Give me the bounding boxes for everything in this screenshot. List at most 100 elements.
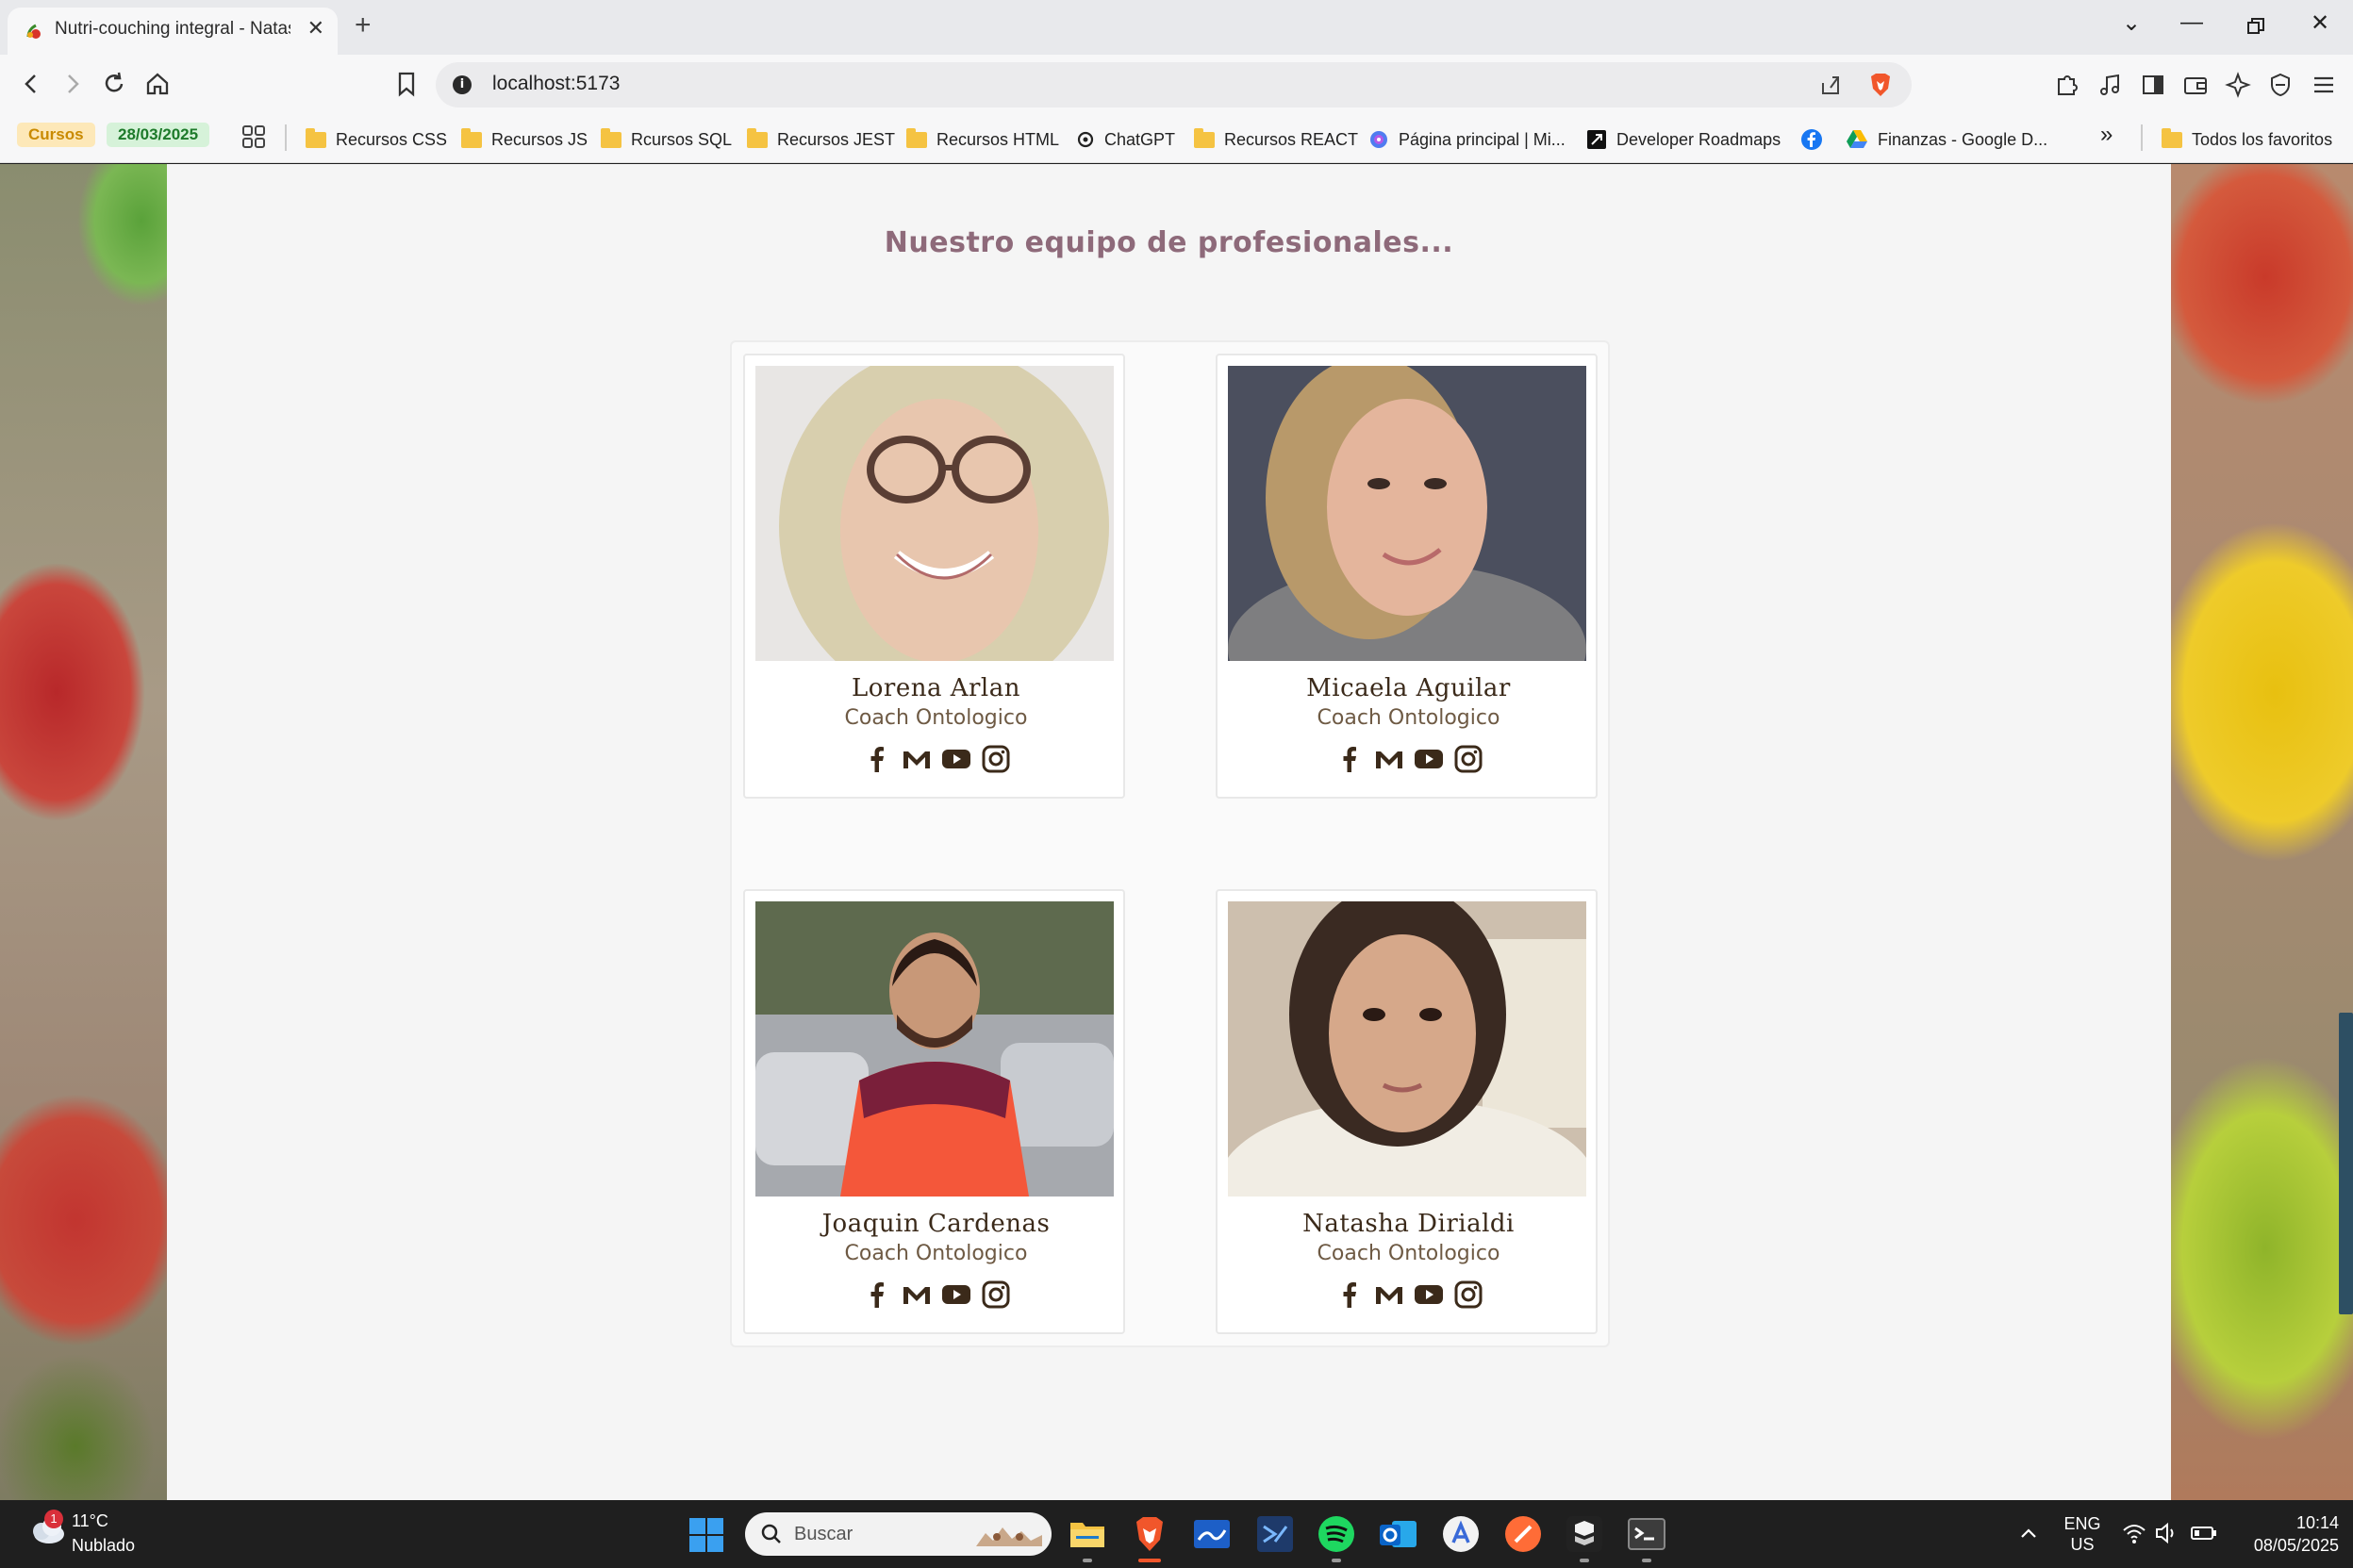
wifi-icon[interactable]	[2122, 1521, 2146, 1545]
postman-icon[interactable]	[1502, 1513, 1544, 1555]
page-scrollbar[interactable]	[2339, 1013, 2353, 1314]
extensions-icon[interactable]	[2051, 70, 2081, 100]
bookmark-developer-roadmaps[interactable]: Developer Roadmaps	[1586, 125, 1781, 154]
new-tab-button[interactable]: +	[355, 9, 372, 41]
url-text[interactable]: localhost:5173	[492, 73, 620, 95]
youtube-icon[interactable]	[941, 1279, 971, 1310]
youtube-icon[interactable]	[941, 744, 971, 774]
youtube-icon[interactable]	[1414, 1279, 1444, 1310]
site-info-icon[interactable]: i	[453, 75, 472, 94]
tab-strip: Nutri-couching integral - Natasha ✕ + ⌄ …	[0, 0, 2353, 55]
folder-icon	[906, 127, 927, 148]
bookmark-chip-cursos[interactable]: Cursos	[17, 123, 95, 147]
gmail-icon[interactable]	[902, 744, 932, 774]
volume-icon[interactable]	[2154, 1521, 2179, 1545]
bookmark-icon[interactable]	[390, 68, 423, 100]
windows-terminal-icon[interactable]	[1626, 1513, 1667, 1555]
terminal-app-icon[interactable]	[1564, 1513, 1605, 1555]
micaela-photo	[1228, 366, 1586, 661]
language-indicator[interactable]: ENG US	[2063, 1513, 2101, 1555]
youtube-icon[interactable]	[1414, 744, 1444, 774]
bookmark-label: Recursos CSS	[336, 129, 448, 149]
instagram-icon[interactable]	[981, 1279, 1011, 1310]
system-clock[interactable]: 10:14 08/05/2025	[2235, 1511, 2339, 1557]
spotify-icon[interactable]	[1316, 1513, 1357, 1555]
address-bar[interactable]: i localhost:5173	[436, 62, 1912, 107]
close-window-icon[interactable]: ✕	[2311, 9, 2329, 37]
outlook-icon[interactable]	[1377, 1513, 1418, 1555]
weather-temperature[interactable]: 11°C	[72, 1511, 108, 1531]
brave-shields-icon[interactable]	[1868, 72, 1893, 98]
instagram-icon[interactable]	[1453, 1279, 1483, 1310]
gmail-icon[interactable]	[902, 1279, 932, 1310]
vpn-shield-icon[interactable]	[2265, 70, 2295, 100]
bookmark-rcursos-sql[interactable]: Rcursos SQL	[601, 125, 732, 154]
language-code: ENG	[2063, 1514, 2101, 1533]
bookmark-label: Página principal | Mi...	[1399, 129, 1566, 149]
page-content: Nuestro equipo de profesionales... Loren…	[167, 164, 2171, 1500]
chevron-up-icon[interactable]	[2018, 1523, 2039, 1543]
bookmark-recursos-jest[interactable]: Recursos JEST	[747, 125, 895, 154]
facebook-icon[interactable]	[862, 744, 892, 774]
member-role: Coach Ontologico	[1317, 706, 1500, 730]
app-store-icon[interactable]	[1440, 1513, 1482, 1555]
clock-time: 10:14	[2295, 1513, 2339, 1532]
restore-icon[interactable]	[2246, 17, 2265, 36]
bookmark-recursos-react[interactable]: Recursos REACT	[1194, 125, 1358, 154]
app-running-indicator	[1083, 1559, 1092, 1562]
battery-icon[interactable]	[2190, 1521, 2218, 1545]
lorena-photo	[755, 366, 1114, 661]
windows-taskbar: 1 11°C Nublado Buscar ENG US 10:14 08/05…	[0, 1500, 2353, 1568]
bookmark-recursos-js[interactable]: Recursos JS	[461, 125, 588, 154]
folder-icon	[306, 127, 326, 148]
bookmark-recursos-html[interactable]: Recursos HTML	[906, 125, 1059, 154]
sidebar-icon[interactable]	[2138, 70, 2168, 100]
taskbar-search-box[interactable]: Buscar	[745, 1512, 1052, 1556]
brave-browser-icon[interactable]	[1129, 1513, 1170, 1555]
member-role: Coach Ontologico	[1317, 1242, 1500, 1265]
facebook-icon[interactable]	[1334, 744, 1365, 774]
forward-icon[interactable]	[57, 68, 89, 100]
instagram-icon[interactable]	[981, 744, 1011, 774]
bookmark-chatgpt[interactable]: ChatGPT	[1076, 125, 1175, 154]
whiteboard-app-icon[interactable]	[1191, 1513, 1233, 1555]
code-editor-icon[interactable]	[1254, 1513, 1296, 1555]
browser-tab-active[interactable]: Nutri-couching integral - Natasha ✕	[8, 8, 338, 55]
share-icon[interactable]	[1817, 72, 1844, 98]
gmail-icon[interactable]	[1374, 1279, 1404, 1310]
facebook-icon[interactable]	[1334, 1279, 1365, 1310]
roadmap-icon	[1587, 130, 1606, 149]
joaquin-photo	[755, 901, 1114, 1197]
tab-close-icon[interactable]: ✕	[307, 17, 324, 41]
bookmark-pagina-principal[interactable]: Página principal | Mi...	[1368, 125, 1566, 154]
tab-search-chevron-icon[interactable]: ⌄	[2122, 9, 2141, 37]
weather-description[interactable]: Nublado	[72, 1536, 135, 1556]
weather-notification-badge: 1	[44, 1510, 63, 1528]
bookmark-finanzas[interactable]: Finanzas - Google D...	[1846, 125, 2047, 154]
back-icon[interactable]	[15, 68, 47, 100]
wallet-icon[interactable]	[2180, 70, 2211, 100]
bookmark-chip-date[interactable]: 28/03/2025	[107, 123, 210, 147]
gmail-icon[interactable]	[1374, 744, 1404, 774]
home-icon[interactable]	[141, 68, 174, 100]
windows-start-icon[interactable]	[688, 1517, 724, 1553]
facebook-icon[interactable]	[862, 1279, 892, 1310]
bookmarks-overflow-button[interactable]: »	[2100, 121, 2113, 149]
minimize-icon[interactable]: —	[2180, 9, 2203, 36]
bookmark-recursos-css[interactable]: Recursos CSS	[306, 125, 447, 154]
apps-grid-icon[interactable]	[240, 124, 267, 150]
folder-icon	[461, 127, 482, 148]
app-running-indicator	[1332, 1559, 1341, 1562]
member-name: Micaela Aguilar	[1306, 674, 1511, 702]
bookmarks-divider	[285, 124, 287, 151]
bookmark-facebook[interactable]	[1800, 125, 1832, 154]
menu-icon[interactable]	[2309, 70, 2339, 100]
file-explorer-icon[interactable]	[1067, 1513, 1108, 1555]
instagram-icon[interactable]	[1453, 744, 1483, 774]
reload-icon[interactable]	[98, 68, 130, 100]
social-links	[745, 1279, 1127, 1310]
media-icon[interactable]	[2096, 70, 2126, 100]
bookmark-label: Rcursos SQL	[631, 129, 733, 149]
bookmark-todos-favoritos[interactable]: Todos los favoritos	[2162, 125, 2332, 154]
leo-ai-icon[interactable]	[2223, 70, 2253, 100]
